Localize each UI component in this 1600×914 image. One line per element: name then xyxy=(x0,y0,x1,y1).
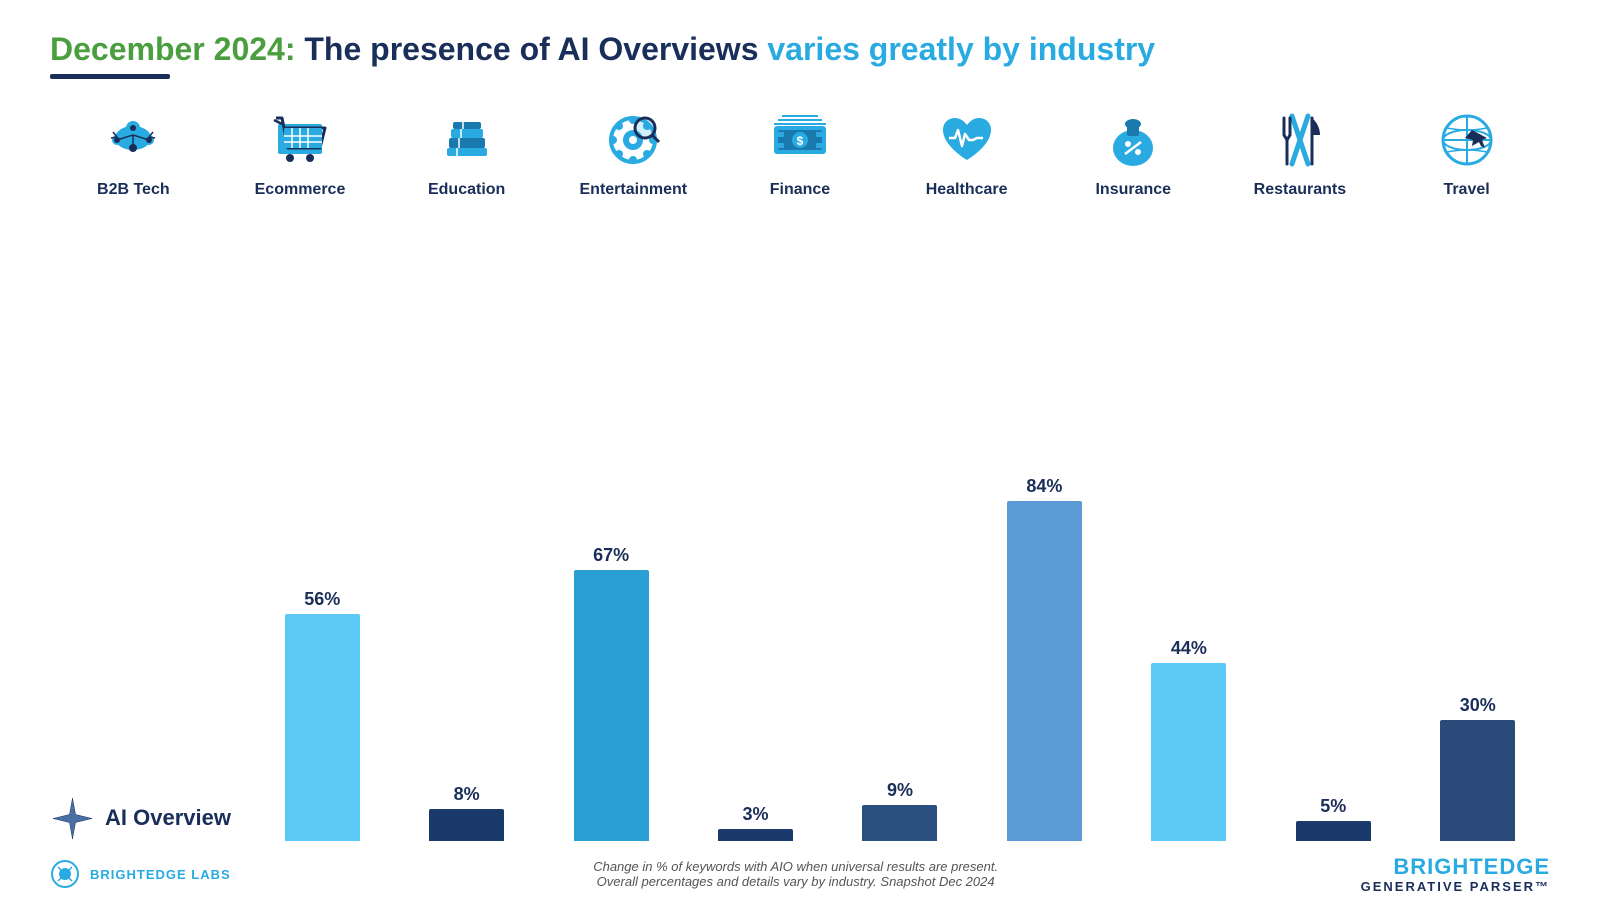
industry-healthcare: Healthcare xyxy=(887,105,1047,199)
bar-rect-healthcare xyxy=(1007,501,1082,841)
entertainment-label: Entertainment xyxy=(580,181,688,199)
bar-pct-insurance: 44% xyxy=(1171,638,1207,659)
b2b-tech-label: B2B Tech xyxy=(97,181,170,199)
title-underline xyxy=(50,74,170,79)
healthcare-icon xyxy=(932,105,1002,175)
ai-overview-text: AI Overview xyxy=(105,805,231,831)
education-label: Education xyxy=(428,181,505,199)
footer-right: BRIGHTEDGE GENERATIVE PARSER™ xyxy=(1361,855,1550,894)
bar-col-b2b-tech: 56% xyxy=(285,461,360,841)
restaurants-icon xyxy=(1265,105,1335,175)
industry-ecommerce: Ecommerce xyxy=(220,105,380,199)
bar-rect-b2b-tech xyxy=(285,614,360,841)
title-december: December 2024: xyxy=(50,31,295,67)
ai-overview-legend: AI Overview xyxy=(50,796,250,841)
healthcare-label: Healthcare xyxy=(926,181,1008,199)
footer-logo-text: BRIGHTEDGE LABS xyxy=(90,867,231,882)
bar-group-insurance: 44% xyxy=(1117,461,1261,841)
industry-travel: Travel xyxy=(1387,105,1547,199)
industry-education: Education xyxy=(387,105,547,199)
footer-left: BRIGHTEDGE LABS xyxy=(50,859,231,889)
main-title: December 2024: The presence of AI Overvi… xyxy=(50,30,1550,68)
bar-pct-travel: 30% xyxy=(1460,695,1496,716)
bar-group-b2b-tech: 56% xyxy=(250,461,394,841)
travel-icon xyxy=(1432,105,1502,175)
bar-col-education: 67% xyxy=(574,461,649,841)
bar-group-restaurants: 5% xyxy=(1261,461,1405,841)
bar-col-finance: 9% xyxy=(862,461,937,841)
entertainment-icon xyxy=(598,105,668,175)
bar-pct-finance: 9% xyxy=(887,780,913,801)
bar-pct-education: 67% xyxy=(593,545,629,566)
ai-star-icon xyxy=(50,796,95,841)
bar-group-travel: 30% xyxy=(1406,461,1550,841)
education-icon xyxy=(432,105,502,175)
bar-rect-entertainment xyxy=(718,829,793,841)
svg-text:$: $ xyxy=(797,134,804,148)
industry-b2b-tech: B2B Tech xyxy=(53,105,213,199)
bar-rect-ecommerce xyxy=(429,809,504,841)
industry-finance: $ Finance xyxy=(720,105,880,199)
bar-col-insurance: 44% xyxy=(1151,461,1226,841)
icons-row: B2B Tech xyxy=(50,105,1550,199)
bar-pct-restaurants: 5% xyxy=(1320,796,1346,817)
industry-insurance: Insurance xyxy=(1053,105,1213,199)
bar-col-restaurants: 5% xyxy=(1296,461,1371,841)
main-container: December 2024: The presence of AI Overvi… xyxy=(0,0,1600,914)
finance-icon: $ xyxy=(765,105,835,175)
bar-group-entertainment: 3% xyxy=(683,461,827,841)
bar-rect-travel xyxy=(1440,720,1515,841)
title-varies: varies greatly by industry xyxy=(767,31,1155,67)
footer-brand-sub: GENERATIVE PARSER™ xyxy=(1361,879,1550,894)
restaurants-label: Restaurants xyxy=(1254,181,1346,199)
bar-pct-healthcare: 84% xyxy=(1026,476,1062,497)
bar-group-finance: 9% xyxy=(828,461,972,841)
insurance-icon xyxy=(1098,105,1168,175)
brightedge-labs-logo-icon xyxy=(50,859,80,889)
ecommerce-icon xyxy=(265,105,335,175)
bar-pct-ecommerce: 8% xyxy=(454,784,480,805)
bars-area: 56% 8% 67% 3% 9% 84% 44% 5% 30% xyxy=(250,461,1550,841)
finance-label: Finance xyxy=(770,181,830,199)
bar-group-healthcare: 84% xyxy=(972,461,1116,841)
travel-label: Travel xyxy=(1443,181,1489,199)
bar-rect-education xyxy=(574,570,649,841)
bar-pct-entertainment: 3% xyxy=(743,804,769,825)
bar-col-entertainment: 3% xyxy=(718,461,793,841)
b2b-tech-icon xyxy=(98,105,168,175)
bar-group-education: 67% xyxy=(539,461,683,841)
bar-rect-insurance xyxy=(1151,663,1226,841)
bar-pct-b2b-tech: 56% xyxy=(304,589,340,610)
title-ai-overviews: The presence of AI Overviews xyxy=(304,31,767,67)
legend-area: AI Overview xyxy=(50,786,250,841)
footer-center-line1: Change in % of keywords with AIO when un… xyxy=(593,859,998,874)
chart-area: AI Overview 56% 8% 67% 3% 9% 84% 44% 5% 30% xyxy=(50,209,1550,840)
industry-entertainment: Entertainment xyxy=(553,105,713,199)
insurance-label: Insurance xyxy=(1095,181,1171,199)
bar-rect-restaurants xyxy=(1296,821,1371,841)
industry-restaurants: Restaurants xyxy=(1220,105,1380,199)
bar-col-ecommerce: 8% xyxy=(429,461,504,841)
footer-center-line2: Overall percentages and details vary by … xyxy=(593,874,998,889)
ecommerce-label: Ecommerce xyxy=(255,181,346,199)
title-section: December 2024: The presence of AI Overvi… xyxy=(50,30,1550,97)
bar-rect-finance xyxy=(862,805,937,841)
footer-brand-name: BRIGHTEDGE xyxy=(1361,855,1550,879)
footer-center: Change in % of keywords with AIO when un… xyxy=(593,859,998,889)
footer: BRIGHTEDGE LABS Change in % of keywords … xyxy=(50,841,1550,894)
bar-col-travel: 30% xyxy=(1440,461,1515,841)
bar-col-healthcare: 84% xyxy=(1007,461,1082,841)
bar-group-ecommerce: 8% xyxy=(394,461,538,841)
